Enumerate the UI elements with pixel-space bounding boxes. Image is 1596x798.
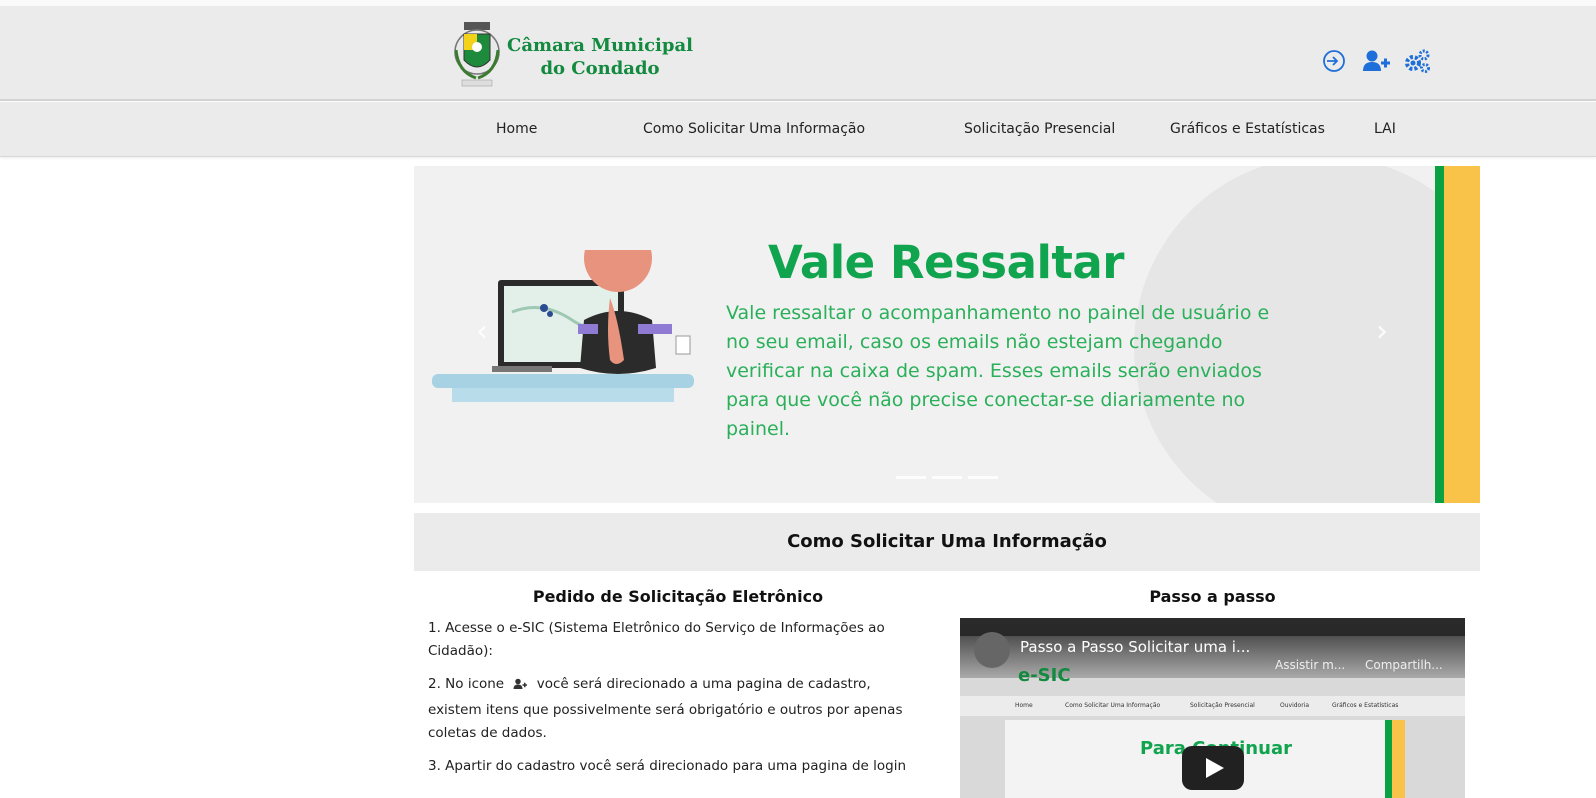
channel-avatar[interactable]: [974, 632, 1010, 668]
watch-later-label[interactable]: Assistir m...: [1275, 658, 1345, 672]
nav-item-lai[interactable]: LAI: [1374, 102, 1396, 157]
brand-line-2: do Condado: [540, 58, 660, 79]
carousel-next-arrow[interactable]: ›: [1376, 314, 1388, 349]
step-by-step-column: Passo a passo Home Como Solicitar Uma In…: [960, 583, 1465, 798]
brand-line-1: Câmara Municipal: [507, 35, 693, 56]
user-plus-icon: [511, 676, 529, 699]
municipal-crest-logo[interactable]: [452, 20, 502, 90]
mini-nav-como: Como Solicitar Uma Informação: [1065, 702, 1161, 709]
video-title[interactable]: Passo a Passo Solicitar uma i...: [1020, 638, 1250, 656]
nav-item-graficos[interactable]: Gráficos e Estatísticas: [1170, 102, 1325, 157]
nav-item-solicitacao-presencial[interactable]: Solicitação Presencial: [964, 102, 1115, 157]
carousel-indicator[interactable]: [896, 476, 926, 479]
nav-item-como-solicitar[interactable]: Como Solicitar Uma Informação: [643, 102, 865, 157]
sign-in-icon[interactable]: [1320, 47, 1348, 75]
step-3-text: 3. Apartir do cadastro você será direcio…: [428, 758, 907, 774]
step-by-step-title: Passo a passo: [1149, 587, 1276, 606]
nav-item-home[interactable]: Home: [496, 102, 537, 157]
banner-yellow-stripe: [1444, 166, 1480, 503]
electronic-request-column: Pedido de Solicitação Eletrônico 1. Aces…: [428, 583, 928, 788]
carousel-indicators: [896, 476, 998, 479]
video-mini-nav: Home Como Solicitar Uma Informação Solic…: [960, 696, 1465, 716]
carousel-indicator[interactable]: [968, 476, 998, 479]
carousel-indicator[interactable]: [932, 476, 962, 479]
youtube-video-embed[interactable]: Home Como Solicitar Uma Informação Solic…: [960, 618, 1465, 798]
banner-green-stripe: [1435, 166, 1444, 503]
section-title: Como Solicitar Uma Informação: [414, 513, 1480, 571]
mini-nav-home: Home: [1015, 702, 1033, 709]
electronic-request-title: Pedido de Solicitação Eletrônico: [532, 587, 824, 606]
banner-text: Vale ressaltar o acompanhamento no paine…: [726, 302, 1270, 440]
main-nav: Home Como Solicitar Uma Informação Solic…: [0, 102, 1596, 157]
step-2-text: 2. No icone você será direcionado a uma …: [428, 673, 928, 745]
mini-nav-presencial: Solicitação Presencial: [1190, 702, 1255, 709]
mini-nav-graficos: Gráficos e Estatísticas: [1332, 702, 1399, 709]
play-icon[interactable]: [1182, 746, 1244, 790]
hero-carousel: ‹ › Vale Ressaltar Vale ressaltar o acom…: [414, 166, 1480, 503]
header-actions: [1320, 46, 1430, 76]
banner-title: Vale Ressaltar: [768, 236, 1124, 289]
site-brand[interactable]: Câmara Municipal do Condado: [505, 34, 695, 80]
share-label[interactable]: Compartilh...: [1365, 658, 1443, 672]
video-esic-logo: e-SIC: [1018, 665, 1071, 686]
cogs-icon[interactable]: [1402, 47, 1430, 75]
mini-nav-ouvidoria: Ouvidoria: [1280, 702, 1310, 709]
carousel-prev-arrow[interactable]: ‹: [476, 314, 488, 349]
user-plus-icon[interactable]: [1361, 47, 1390, 75]
step-1-text: 1. Acesse o e-SIC (Sistema Eletrônico do…: [428, 620, 885, 659]
step-2-text-before: 2. No icone: [428, 676, 505, 692]
site-header: Câmara Municipal do Condado: [0, 6, 1596, 101]
banner-illustration: [432, 224, 702, 410]
